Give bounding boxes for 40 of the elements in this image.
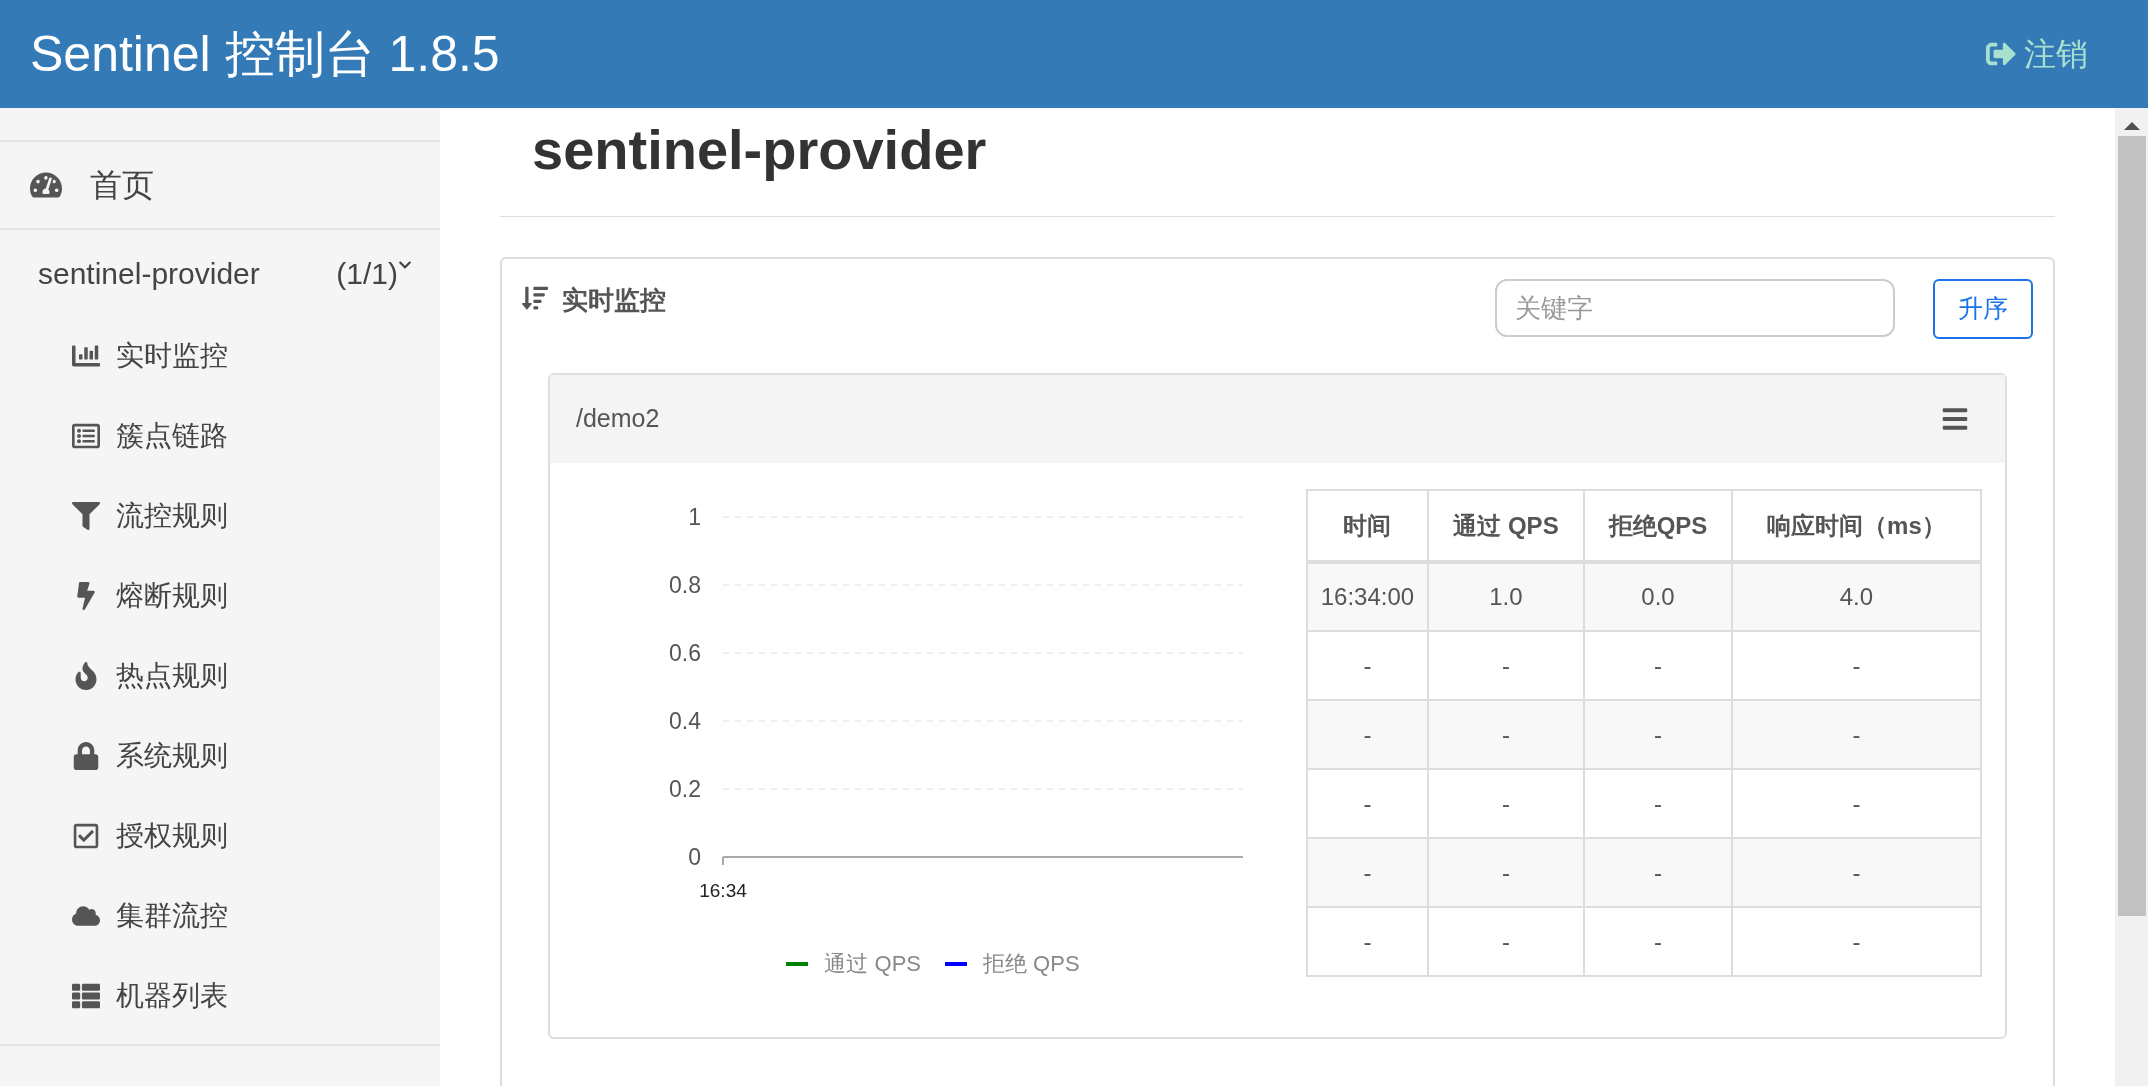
app-menu-item[interactable]: sentinel-provider (1/1): [0, 230, 440, 316]
sidebar-item[interactable]: 簇点链路: [0, 396, 440, 476]
axis-tick-label: 0.2: [669, 776, 701, 802]
app-title: Sentinel 控制台 1.8.5: [30, 24, 500, 84]
checkbox-icon: [72, 822, 100, 850]
table-cell: -: [1307, 907, 1428, 976]
scrollbar[interactable]: [2115, 108, 2148, 1086]
axis-tick-label: 0.6: [669, 640, 701, 666]
axis-tick-label: 16:34: [699, 880, 747, 901]
table-cell: -: [1731, 907, 1981, 976]
table-cell: -: [1584, 907, 1732, 976]
list-icon: [72, 422, 100, 450]
filter-icon: [72, 502, 100, 530]
menu-icon[interactable]: [1941, 405, 1969, 433]
legend-label: 通过 QPS: [824, 950, 921, 978]
sort-button[interactable]: 升序: [1933, 279, 2033, 339]
sidebar-item[interactable]: 系统规则: [0, 716, 440, 796]
search-field[interactable]: 关键字: [1495, 279, 1895, 337]
axis-tick-label: 0: [688, 844, 701, 870]
home-menu-item[interactable]: 首页: [0, 142, 440, 228]
axis-tick-label: 0.8: [669, 572, 701, 598]
sidebar-item[interactable]: 机器列表: [0, 956, 440, 1036]
sidebar-item[interactable]: 熔断规则: [0, 556, 440, 636]
table-cell: -: [1427, 907, 1585, 976]
sidebar-item[interactable]: 热点规则: [0, 636, 440, 716]
app-name: sentinel-provider: [38, 255, 261, 292]
sidebar-item[interactable]: 集群流控: [0, 876, 440, 956]
legend-label: 拒绝 QPS: [983, 950, 1080, 978]
sidebar-item[interactable]: 流控规则: [0, 476, 440, 556]
lock-icon: [72, 742, 100, 770]
axis-tick-label: 0.4: [669, 708, 701, 734]
axis-tick-label: 1: [688, 504, 701, 530]
instance-count: (1/1): [336, 255, 398, 292]
resource-name: /demo2: [576, 403, 660, 435]
sort-icon: [522, 285, 548, 311]
sidebar-item[interactable]: 实时监控: [0, 316, 440, 396]
page-title: sentinel-provider: [531, 117, 988, 183]
panel-title: 实时监控: [562, 284, 667, 317]
sidebar-item[interactable]: 授权规则: [0, 796, 440, 876]
list-icon: [72, 982, 100, 1010]
